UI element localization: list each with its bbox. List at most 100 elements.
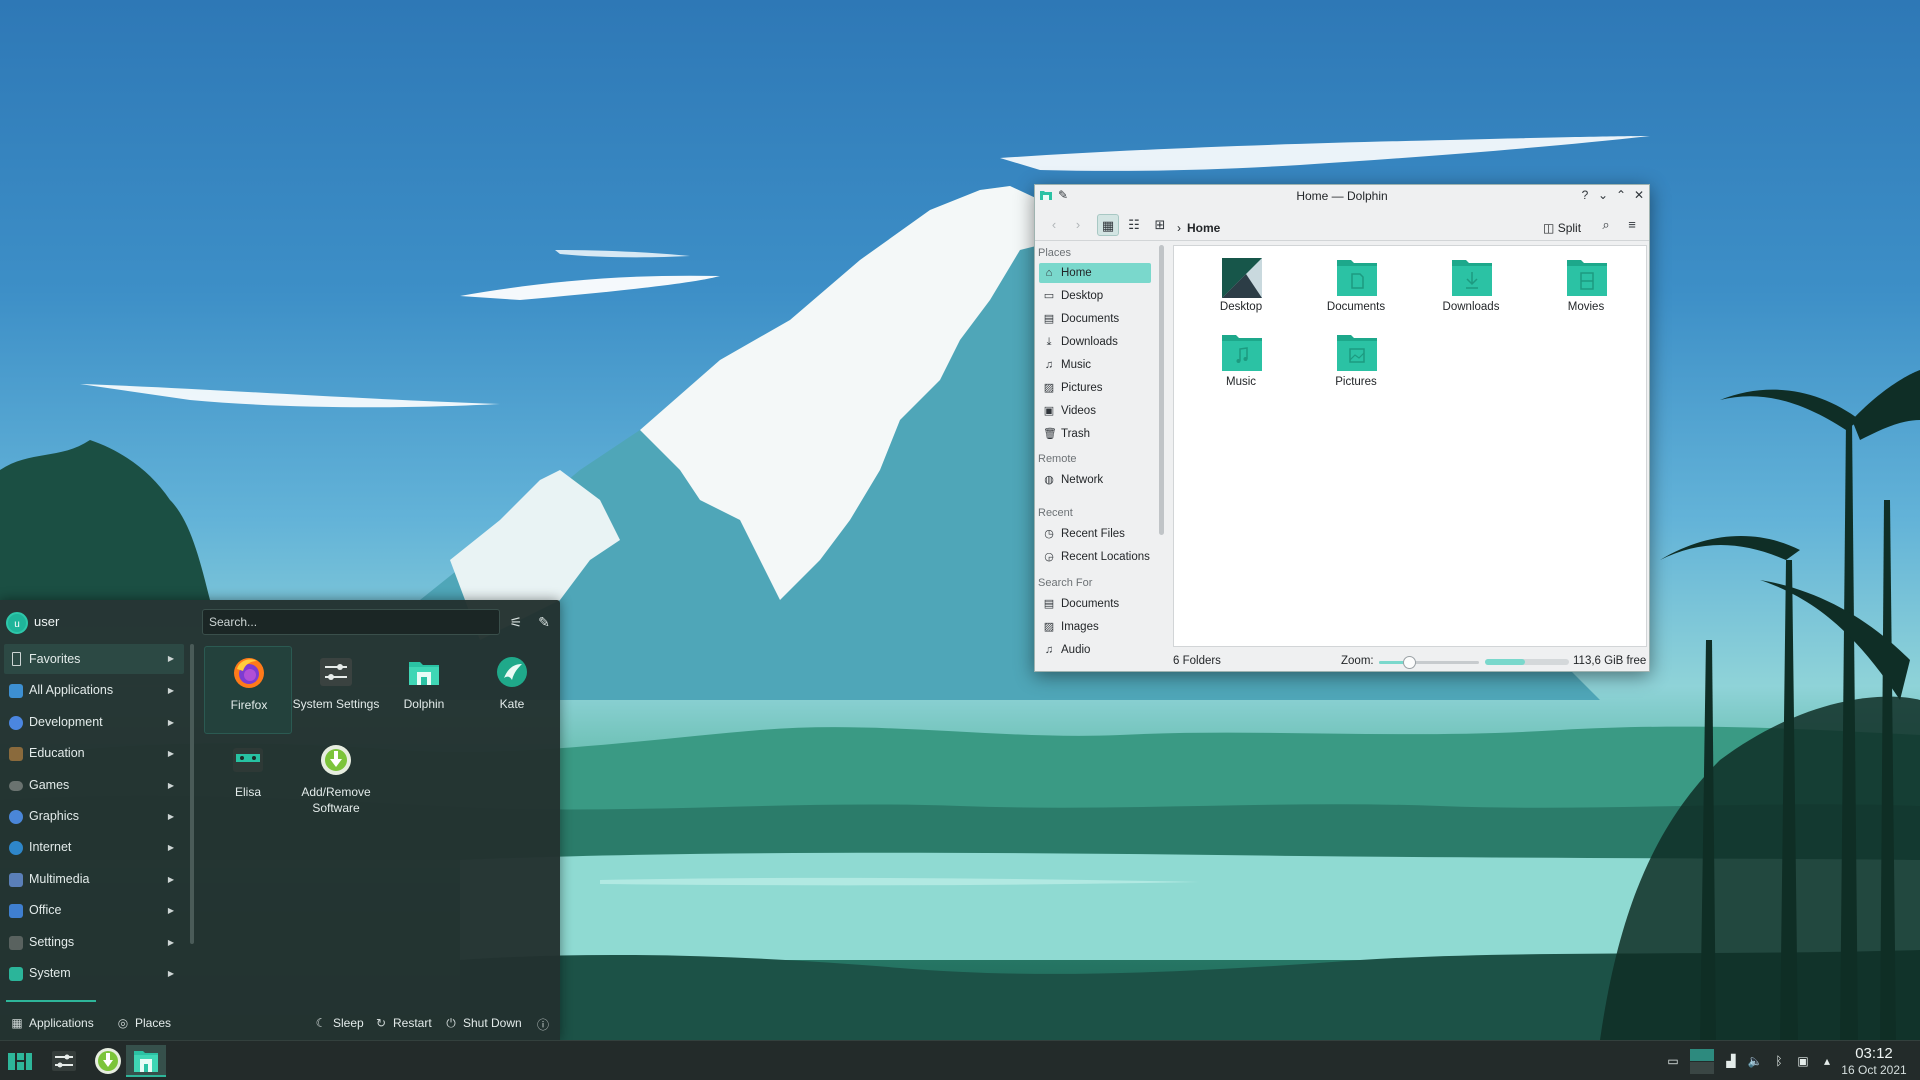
category-games[interactable]: Games ▶: [4, 770, 184, 801]
places-item-label: Documents: [1061, 598, 1120, 610]
folder-downloads[interactable]: Downloads: [1426, 254, 1516, 326]
places-item-trash[interactable]: 🗑 Trash: [1039, 424, 1151, 444]
avatar[interactable]: u: [6, 612, 28, 634]
dolphin-toolbar: ‹ › ▦ ☷ ⊞ › Home ◫ Split ⌕ ≡: [1035, 207, 1649, 241]
desktop-icon: ▭: [1043, 290, 1055, 302]
category-graphics[interactable]: Graphics ▶: [4, 801, 184, 832]
places-item-label: Images: [1061, 621, 1099, 633]
taskbar-system-settings[interactable]: [44, 1045, 84, 1077]
window-titlebar[interactable]: ✎ Home — Dolphin ? ⌄ ⌃ ✕: [1035, 185, 1649, 207]
maximize-icon[interactable]: ⌃: [1613, 187, 1629, 203]
icons-view-button[interactable]: ▦: [1097, 214, 1119, 236]
app-launcher-button[interactable]: [0, 1045, 40, 1077]
folder-music[interactable]: Music: [1196, 329, 1286, 401]
close-icon[interactable]: ✕: [1631, 187, 1647, 203]
places-item-home[interactable]: ⌂ Home: [1039, 263, 1151, 283]
app-add-remove-software[interactable]: Add/Remove Software: [292, 734, 380, 822]
display-icon[interactable]: ▣: [1794, 1052, 1812, 1070]
places-item-recent-locations[interactable]: ◶ Recent Locations: [1039, 547, 1151, 567]
sleep-button[interactable]: ☾ Sleep: [314, 1016, 364, 1030]
bluetooth-icon[interactable]: ᛒ: [1770, 1052, 1788, 1070]
forward-button[interactable]: ›: [1067, 214, 1089, 236]
app-label: Firefox: [230, 698, 268, 712]
category-development[interactable]: Development ▶: [4, 707, 184, 738]
places-item-desktop[interactable]: ▭ Desktop: [1039, 286, 1151, 306]
category-internet[interactable]: Internet ▶: [4, 832, 184, 863]
help-icon[interactable]: ?: [1577, 187, 1593, 203]
back-button[interactable]: ‹: [1043, 214, 1065, 236]
places-item-search-images[interactable]: ▨ Images: [1039, 617, 1151, 637]
places-scrollbar[interactable]: [1159, 245, 1164, 535]
taskbar-dolphin[interactable]: [126, 1045, 166, 1077]
app-elisa[interactable]: Elisa: [204, 734, 292, 822]
search-input[interactable]: Search...: [202, 609, 500, 635]
places-item-label: Trash: [1061, 428, 1090, 440]
places-item-downloads[interactable]: ⤓ Downloads: [1039, 332, 1151, 352]
restart-button[interactable]: ↻ Restart: [374, 1016, 432, 1030]
tab-applications[interactable]: ▦ Applications: [10, 1016, 93, 1030]
more-power-options-icon[interactable]: ⓘ: [536, 1016, 555, 1033]
clock[interactable]: 03:12 16 Oct 2021: [1834, 1045, 1914, 1077]
category-label: Favorites: [29, 652, 81, 666]
dolphin-icon: [409, 662, 439, 685]
places-item-recent-files[interactable]: ◷ Recent Files: [1039, 524, 1151, 544]
minimize-icon[interactable]: ⌄: [1595, 187, 1611, 203]
category-multimedia[interactable]: Multimedia ▶: [4, 864, 184, 895]
office-icon: [9, 904, 23, 919]
breadcrumb-home[interactable]: Home: [1187, 221, 1220, 235]
search-button[interactable]: ⌕: [1595, 214, 1617, 236]
places-item-videos[interactable]: ▣ Videos: [1039, 401, 1151, 421]
configure-icon[interactable]: ⚟: [506, 612, 526, 632]
breadcrumb[interactable]: › Home: [1177, 221, 1220, 235]
chevron-right-icon: ▶: [167, 874, 174, 884]
folder-documents[interactable]: Documents: [1311, 254, 1401, 326]
system-settings-icon: [320, 658, 352, 686]
hamburger-menu-icon[interactable]: ≡: [1621, 214, 1643, 236]
folder-movies[interactable]: Movies: [1541, 254, 1631, 326]
bookmark-icon: [12, 652, 21, 666]
places-item-pictures[interactable]: ▨ Pictures: [1039, 378, 1151, 398]
trash-icon: 🗑: [1043, 428, 1057, 440]
pager-desktop-2[interactable]: [1690, 1062, 1714, 1074]
zoom-slider[interactable]: [1379, 656, 1479, 669]
volume-icon[interactable]: 🔈: [1746, 1052, 1764, 1070]
places-item-label: Recent Files: [1061, 528, 1125, 540]
places-item-label: Documents: [1061, 313, 1120, 325]
category-settings[interactable]: Settings ▶: [4, 927, 184, 958]
places-item-network[interactable]: ◍ Network: [1039, 470, 1151, 490]
category-all-applications[interactable]: All Applications ▶: [4, 675, 184, 706]
split-button[interactable]: ◫ Split: [1543, 221, 1581, 235]
show-desktop-icon[interactable]: ▭: [1664, 1052, 1682, 1070]
places-item-search-documents[interactable]: ▤ Documents: [1039, 594, 1151, 614]
zoom-slider-handle[interactable]: [1403, 656, 1416, 669]
virtual-desktop-pager[interactable]: [1686, 1045, 1716, 1077]
window-title: Home — Dolphin: [1296, 189, 1388, 203]
picture-icon: ▨: [1043, 382, 1055, 394]
pin-icon[interactable]: ✎: [534, 612, 554, 632]
compact-view-button[interactable]: ☷: [1123, 214, 1145, 236]
grid-icon: [9, 684, 23, 699]
category-scrollbar[interactable]: [190, 644, 194, 944]
category-favorites[interactable]: Favorites ▶: [4, 644, 184, 674]
shutdown-button[interactable]: ⏻ Shut Down: [444, 1016, 521, 1031]
network-icon[interactable]: ▟: [1722, 1052, 1740, 1070]
app-kate[interactable]: Kate: [468, 646, 556, 734]
taskbar-discover[interactable]: [88, 1045, 128, 1077]
app-system-settings[interactable]: System Settings: [292, 646, 380, 734]
app-dolphin[interactable]: Dolphin: [380, 646, 468, 734]
places-item-documents[interactable]: ▤ Documents: [1039, 309, 1151, 329]
category-system[interactable]: System ▶: [4, 958, 184, 989]
places-item-music[interactable]: ♫ Music: [1039, 355, 1151, 375]
category-education[interactable]: Education ▶: [4, 738, 184, 769]
category-office[interactable]: Office ▶: [4, 895, 184, 926]
tab-places[interactable]: ◎ Places: [116, 1016, 171, 1030]
folder-desktop[interactable]: Desktop: [1196, 254, 1286, 326]
username: user: [34, 614, 60, 629]
discover-icon: [95, 1048, 121, 1074]
pager-desktop-1[interactable]: [1690, 1049, 1714, 1061]
app-firefox[interactable]: Firefox: [204, 646, 292, 734]
folder-pictures[interactable]: Pictures: [1311, 329, 1401, 401]
details-view-button[interactable]: ⊞: [1149, 214, 1171, 236]
dolphin-icon: [134, 1051, 158, 1072]
video-icon: ▣: [1043, 405, 1055, 417]
